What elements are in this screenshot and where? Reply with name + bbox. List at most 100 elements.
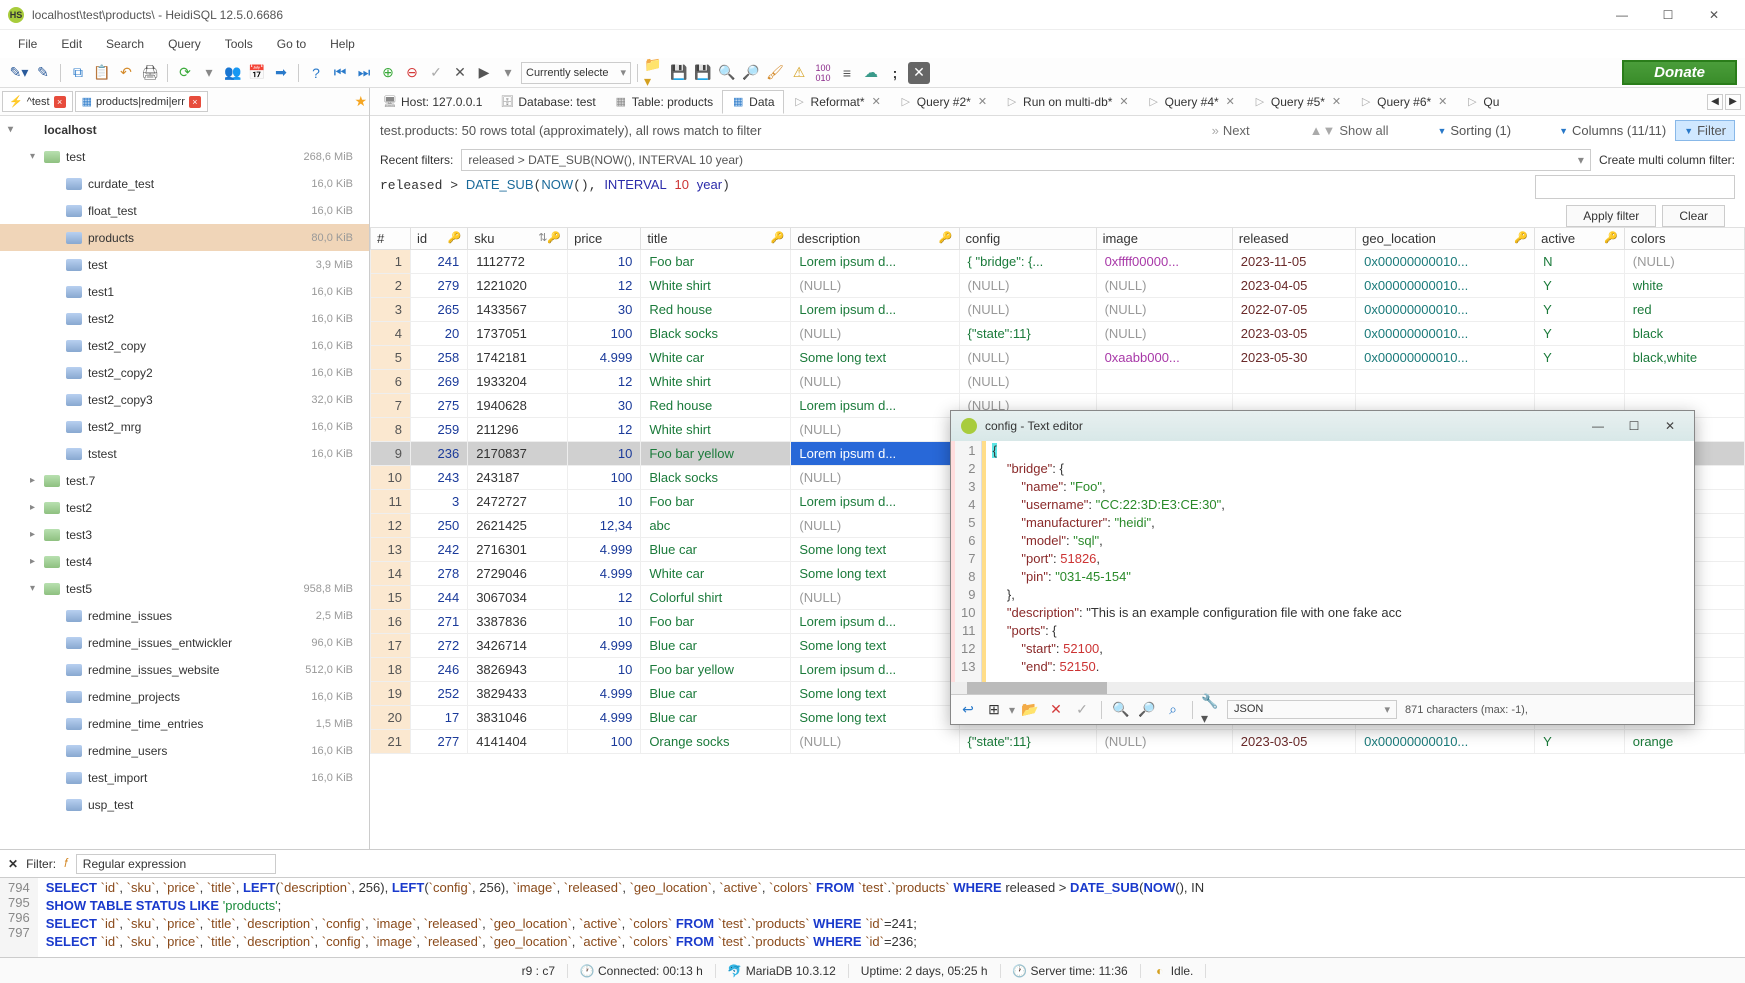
minimize-button[interactable]: — xyxy=(1599,1,1645,29)
tree-row[interactable]: test2_copy16,0 KiB xyxy=(0,332,369,359)
zoom-reset-icon[interactable]: ⌕ xyxy=(1162,699,1184,721)
trigger-combo[interactable]: Currently selecte▾ xyxy=(521,62,631,84)
apply-filter-button[interactable]: Apply filter xyxy=(1566,205,1656,227)
menu-file[interactable]: File xyxy=(8,33,47,55)
wrench-icon[interactable]: 🔧▾ xyxy=(1201,699,1223,721)
delete-red-icon[interactable]: ✕ xyxy=(1045,699,1067,721)
tree-row[interactable]: usp_test xyxy=(0,791,369,818)
folder-open-icon[interactable]: 📂 xyxy=(1019,699,1041,721)
sql-log[interactable]: 794795796797 SELECT `id`, `sku`, `price`… xyxy=(0,877,1745,957)
popup-hscroll[interactable] xyxy=(951,682,1694,694)
menu-help[interactable]: Help xyxy=(320,33,365,55)
tree-row[interactable]: ▸test2 xyxy=(0,494,369,521)
cancel-icon[interactable]: ✕ xyxy=(449,62,471,84)
column-image[interactable]: image xyxy=(1096,228,1232,250)
menu-search[interactable]: Search xyxy=(96,33,154,55)
tab-run-on-multi-db-[interactable]: ▷Run on multi-db*✕ xyxy=(996,90,1138,114)
copy-icon[interactable]: ⧉ xyxy=(67,62,89,84)
table-row[interactable]: 6269193320412White shirt(NULL)(NULL) xyxy=(371,370,1745,394)
tree-row[interactable]: test2_copy216,0 KiB xyxy=(0,359,369,386)
tree-row[interactable]: redmine_issues_entwickler96,0 KiB xyxy=(0,629,369,656)
tab-database--test[interactable]: 🗄Database: test xyxy=(491,90,604,114)
tree-row[interactable]: test2_copy332,0 KiB xyxy=(0,386,369,413)
search-icon[interactable]: 🔍 xyxy=(716,62,738,84)
play-icon[interactable]: ▶ xyxy=(473,62,495,84)
filter-dropdown[interactable]: ▼Filter xyxy=(1675,120,1735,141)
column-price[interactable]: price xyxy=(568,228,641,250)
table-row[interactable]: 212774141404100Orange socks(NULL){"state… xyxy=(371,730,1745,754)
tab-qu[interactable]: ▷Qu xyxy=(1456,90,1508,114)
tab-query--5-[interactable]: ▷Query #5*✕ xyxy=(1244,90,1350,114)
columns-dropdown[interactable]: ▼Columns (11/11) xyxy=(1550,120,1675,141)
tree-row[interactable]: redmine_users16,0 KiB xyxy=(0,737,369,764)
new-session-icon[interactable]: ✎▾ xyxy=(8,62,30,84)
tree-row[interactable]: ▾localhost xyxy=(0,116,369,143)
tree-row[interactable]: test3,9 MiB xyxy=(0,251,369,278)
column-released[interactable]: released xyxy=(1232,228,1355,250)
table-row[interactable]: 2279122102012White shirt(NULL)(NULL)(NUL… xyxy=(371,274,1745,298)
warn-icon[interactable]: ⚠ xyxy=(788,62,810,84)
tab-next-button[interactable]: ▶ xyxy=(1725,94,1741,110)
column-description[interactable]: description🔑 xyxy=(791,228,959,250)
sorting-dropdown[interactable]: ▼Sorting (1) xyxy=(1428,120,1520,141)
saveall-icon[interactable]: 💾 xyxy=(692,62,714,84)
tab-host--127-0-0-1[interactable]: 🖥Host: 127.0.0.1 xyxy=(374,90,491,114)
tree-row[interactable]: test_import16,0 KiB xyxy=(0,764,369,791)
check-icon[interactable]: ✓ xyxy=(425,62,447,84)
prev-icon[interactable]: ⏮ xyxy=(329,62,351,84)
close-filter-icon[interactable]: ✕ xyxy=(8,857,18,871)
close-icon[interactable]: ✕ xyxy=(978,95,987,108)
multi-filter-input[interactable] xyxy=(1535,175,1735,199)
semicolon-icon[interactable]: ; xyxy=(884,62,906,84)
tree-row[interactable]: ▾test268,6 MiB xyxy=(0,143,369,170)
tree-row[interactable]: curdate_test16,0 KiB xyxy=(0,170,369,197)
tree-row[interactable]: ▸test4 xyxy=(0,548,369,575)
tree-row[interactable]: redmine_issues2,5 MiB xyxy=(0,602,369,629)
add-icon[interactable]: ⊕ xyxy=(377,62,399,84)
windows-icon[interactable]: ⊞ xyxy=(983,699,1005,721)
undo-icon[interactable]: ↶ xyxy=(115,62,137,84)
help-icon[interactable]: ? xyxy=(305,62,327,84)
tree-row[interactable]: test2_mrg16,0 KiB xyxy=(0,413,369,440)
table-row[interactable]: 525817421814.999White carSome long text(… xyxy=(371,346,1745,370)
tree-row[interactable]: test216,0 KiB xyxy=(0,305,369,332)
column-config[interactable]: config xyxy=(959,228,1096,250)
play-dropdown-icon[interactable]: ▾ xyxy=(497,62,519,84)
binary-icon[interactable]: 100010 xyxy=(812,62,834,84)
refresh-dropdown-icon[interactable]: ▾ xyxy=(198,62,220,84)
users-icon[interactable]: 👥 xyxy=(222,62,244,84)
close-icon[interactable]: × xyxy=(54,96,66,108)
grid-filter-input[interactable] xyxy=(76,854,276,874)
tree-row[interactable]: float_test16,0 KiB xyxy=(0,197,369,224)
tree-row[interactable]: test116,0 KiB xyxy=(0,278,369,305)
tree-row[interactable]: redmine_issues_website512,0 KiB xyxy=(0,656,369,683)
refresh-icon[interactable]: ⟳ xyxy=(174,62,196,84)
menu-query[interactable]: Query xyxy=(158,33,211,55)
tree-row[interactable]: tstest16,0 KiB xyxy=(0,440,369,467)
donate-button[interactable]: Donate xyxy=(1622,60,1737,85)
zoom-out-icon[interactable]: 🔍 xyxy=(1110,699,1132,721)
close-icon[interactable]: ✕ xyxy=(872,95,881,108)
popup-editor[interactable]: 12345678910111213 { "bridge": { "name": … xyxy=(951,441,1694,682)
menu-tools[interactable]: Tools xyxy=(215,33,263,55)
tab-data[interactable]: ▦Data xyxy=(722,90,783,114)
tree-row[interactable]: redmine_time_entries1,5 MiB xyxy=(0,710,369,737)
column-title[interactable]: title🔑 xyxy=(641,228,791,250)
menu-edit[interactable]: Edit xyxy=(51,33,92,55)
popup-close-button[interactable]: ✕ xyxy=(1656,419,1684,433)
popup-titlebar[interactable]: config - Text editor — ☐ ✕ xyxy=(951,411,1694,441)
folder-icon[interactable]: 📁▾ xyxy=(644,62,666,84)
tab-reformat-[interactable]: ▷Reformat*✕ xyxy=(784,90,890,114)
tree-row[interactable]: ▸test.7 xyxy=(0,467,369,494)
close-icon[interactable]: ✕ xyxy=(1438,95,1447,108)
tab-query--4-[interactable]: ▷Query #4*✕ xyxy=(1138,90,1244,114)
column-geo_location[interactable]: geo_location🔑 xyxy=(1356,228,1535,250)
paste-icon[interactable]: 📋 xyxy=(91,62,113,84)
popup-minimize-button[interactable]: — xyxy=(1584,419,1612,433)
tab-query--6-[interactable]: ▷Query #6*✕ xyxy=(1350,90,1456,114)
close-icon[interactable]: ✕ xyxy=(1226,95,1235,108)
close-icon[interactable]: ✕ xyxy=(1119,95,1128,108)
apply-icon[interactable]: ✓ xyxy=(1071,699,1093,721)
stop-icon[interactable]: ✕ xyxy=(908,62,930,84)
filter-expression[interactable]: released > DATE_SUB(NOW(), INTERVAL 10 y… xyxy=(370,175,1525,195)
